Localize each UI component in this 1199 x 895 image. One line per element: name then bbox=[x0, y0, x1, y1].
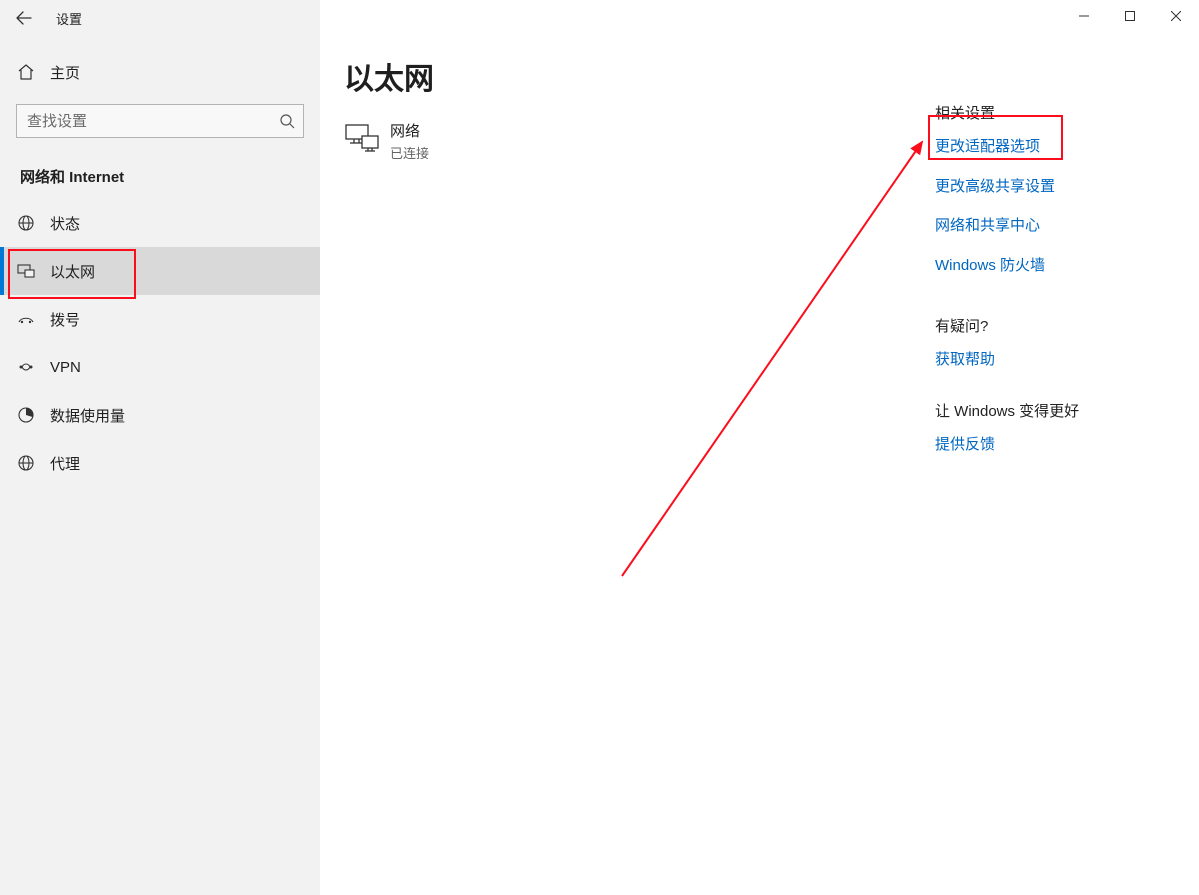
settings-window: 设置 主页 网络和 Internet bbox=[0, 0, 1199, 895]
titlebar: 设置 bbox=[0, 0, 320, 36]
sidebar: 设置 主页 网络和 Internet bbox=[0, 0, 320, 895]
home-label: 主页 bbox=[50, 62, 80, 83]
link-feedback[interactable]: 提供反馈 bbox=[935, 435, 1155, 455]
search-icon bbox=[278, 112, 296, 130]
proxy-icon bbox=[16, 454, 36, 472]
link-network-sharing-center[interactable]: 网络和共享中心 bbox=[935, 216, 1155, 236]
network-tile[interactable]: 网络 已连接 bbox=[344, 120, 429, 162]
search-wrap bbox=[16, 104, 304, 138]
back-button[interactable] bbox=[8, 2, 40, 34]
link-advanced-sharing[interactable]: 更改高级共享设置 bbox=[935, 177, 1155, 197]
network-monitor-icon bbox=[344, 120, 380, 156]
close-button[interactable] bbox=[1153, 0, 1199, 32]
improve-heading: 让 Windows 变得更好 bbox=[935, 400, 1155, 421]
nav-status[interactable]: 状态 bbox=[0, 199, 320, 247]
globe-icon bbox=[16, 214, 36, 232]
question-heading: 有疑问? bbox=[935, 315, 1155, 336]
right-rail: 相关设置 更改适配器选项 更改高级共享设置 网络和共享中心 Windows 防火… bbox=[935, 102, 1155, 474]
maximize-icon bbox=[1125, 11, 1135, 21]
nav-status-label: 状态 bbox=[50, 213, 80, 234]
maximize-button[interactable] bbox=[1107, 0, 1153, 32]
vpn-icon bbox=[16, 358, 36, 376]
search-input[interactable] bbox=[16, 104, 304, 138]
page-title: 以太网 bbox=[344, 54, 434, 98]
minimize-button[interactable] bbox=[1061, 0, 1107, 32]
nav-vpn[interactable]: VPN bbox=[0, 343, 320, 391]
home-icon bbox=[16, 63, 36, 81]
minimize-icon bbox=[1079, 11, 1089, 21]
home-nav[interactable]: 主页 bbox=[0, 48, 320, 96]
network-texts: 网络 已连接 bbox=[390, 120, 429, 162]
nav-datausage-label: 数据使用量 bbox=[50, 405, 125, 426]
category-heading: 网络和 Internet bbox=[20, 166, 320, 187]
window-controls bbox=[1061, 0, 1199, 32]
nav-dialup[interactable]: 拨号 bbox=[0, 295, 320, 343]
nav-dialup-label: 拨号 bbox=[50, 309, 80, 330]
ethernet-icon bbox=[16, 262, 36, 280]
close-icon bbox=[1171, 11, 1181, 21]
network-name: 网络 bbox=[390, 120, 429, 141]
nav-proxy[interactable]: 代理 bbox=[0, 439, 320, 487]
related-settings-heading: 相关设置 bbox=[935, 102, 1155, 123]
network-status: 已连接 bbox=[390, 143, 429, 162]
app-title: 设置 bbox=[56, 9, 82, 28]
link-get-help[interactable]: 获取帮助 bbox=[935, 350, 1155, 370]
nav-ethernet[interactable]: 以太网 bbox=[0, 247, 320, 295]
data-usage-icon bbox=[16, 406, 36, 424]
nav-datausage[interactable]: 数据使用量 bbox=[0, 391, 320, 439]
link-windows-firewall[interactable]: Windows 防火墙 bbox=[935, 256, 1155, 276]
nav-proxy-label: 代理 bbox=[50, 453, 80, 474]
nav-ethernet-label: 以太网 bbox=[50, 261, 95, 282]
dialup-icon bbox=[16, 310, 36, 328]
nav-vpn-label: VPN bbox=[50, 359, 81, 376]
back-arrow-icon bbox=[16, 10, 32, 26]
link-adapter-options[interactable]: 更改适配器选项 bbox=[935, 137, 1155, 157]
